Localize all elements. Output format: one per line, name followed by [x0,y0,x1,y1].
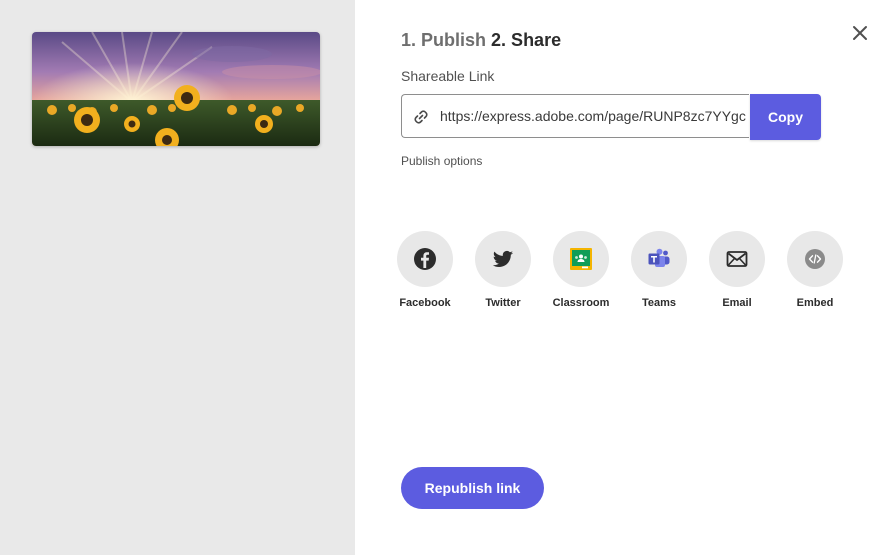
copy-button[interactable]: Copy [750,94,821,140]
share-circle [397,231,453,287]
page-preview-image [32,32,320,146]
step-publish: 1. Publish [401,30,487,50]
page-title: 1. Publish 2. Share [401,29,561,51]
share-circle [709,231,765,287]
share-twitter-button[interactable]: Twitter [464,231,542,309]
step-share: 2. Share [491,30,562,50]
share-facebook-button[interactable]: Facebook [386,231,464,309]
google-classroom-icon [570,248,592,270]
share-label: Facebook [399,297,451,309]
close-icon[interactable] [850,23,870,43]
link-icon [413,109,429,125]
share-embed-button[interactable]: Embed [776,231,854,309]
share-label: Embed [796,297,834,309]
facebook-icon [414,248,436,270]
share-circle [631,231,687,287]
share-circle [475,231,531,287]
share-label: Twitter [485,297,521,309]
microsoft-teams-icon [648,248,670,267]
publish-options-label[interactable]: Publish options [401,154,482,168]
preview-pane [0,0,355,555]
share-email-button[interactable]: Email [698,231,776,309]
republish-link-button[interactable]: Republish link [401,467,544,509]
share-teams-button[interactable]: Teams [620,231,698,309]
email-icon [726,251,748,267]
twitter-icon [492,250,513,267]
share-label: Classroom [552,297,610,309]
shareable-link-input[interactable] [440,95,746,137]
shareable-link-field[interactable] [401,94,749,138]
share-circle [553,231,609,287]
share-circle [787,231,843,287]
embed-code-icon [805,249,825,269]
share-classroom-button[interactable]: Classroom [542,231,620,309]
share-label: Teams [641,297,677,309]
shareable-link-label: Shareable Link [401,68,495,84]
share-label: Email [722,297,752,309]
